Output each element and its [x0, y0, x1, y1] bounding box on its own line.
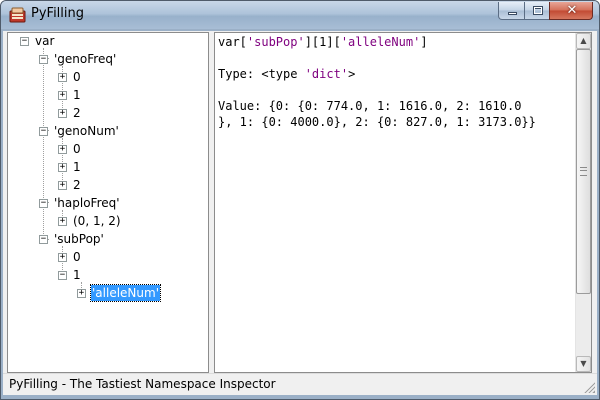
expand-icon[interactable]: + [58, 145, 67, 154]
tree-node-label[interactable]: 0 [72, 249, 82, 265]
path-string-literal: 'subPop' [246, 35, 305, 49]
scroll-down-arrow-icon[interactable]: ▼ [576, 356, 591, 372]
minimize-button[interactable] [498, 2, 525, 20]
detail-path-line: var['subPop'][1]['alleleNum'] [218, 34, 428, 50]
expand-icon[interactable]: + [58, 163, 67, 172]
tree-node-label-selected[interactable]: 'alleleNum' [90, 284, 161, 302]
collapse-icon[interactable]: − [39, 235, 48, 244]
expand-icon[interactable]: + [58, 73, 67, 82]
detail-value-line-2: }, 1: {0: 4000.0}, 2: {0: 827.0, 1: 3173… [218, 115, 536, 129]
type-string-literal: 'dict' [304, 67, 349, 81]
tree-node-label[interactable]: 0 [72, 141, 82, 157]
tree-connector [43, 48, 45, 240]
collapse-icon[interactable]: − [20, 37, 29, 46]
path-string-literal: 'alleleNum' [340, 35, 421, 49]
expand-icon[interactable]: + [58, 253, 67, 262]
expand-icon[interactable]: + [58, 217, 67, 226]
expand-icon[interactable]: + [58, 181, 67, 190]
detail-value-line-1: Value: {0: {0: 774.0, 1: 1616.0, 2: 1610… [218, 99, 522, 113]
scrollbar-grip-icon [580, 167, 587, 176]
path-text: var[ [218, 35, 247, 49]
tree-node-label[interactable]: 1 [72, 87, 82, 103]
tree-node-label[interactable]: 'genoNum' [53, 123, 120, 139]
window-title: PyFilling [31, 6, 85, 21]
detail-type-line: Type: <type 'dict'> [218, 66, 355, 82]
app-window: PyFilling ✕ − var − 'genoFreq' + 0 + 1 +… [0, 0, 600, 400]
tree-node-label[interactable]: 'subPop' [53, 231, 105, 247]
close-button[interactable]: ✕ [549, 2, 593, 20]
tree-node-label[interactable]: 'haploFreq' [53, 195, 121, 211]
scroll-up-arrow-icon[interactable]: ▲ [576, 33, 591, 49]
tree-node-label[interactable]: 0 [72, 69, 82, 85]
collapse-icon[interactable]: − [39, 55, 48, 64]
collapse-icon[interactable]: − [58, 271, 67, 280]
tree-node-label[interactable]: var [34, 33, 55, 49]
minimize-icon [508, 12, 517, 15]
tree-node-label[interactable]: 1 [72, 267, 82, 283]
pyfilling-app-icon [9, 7, 26, 23]
client-area: − var − 'genoFreq' + 0 + 1 + 2 − 'genoNu… [3, 31, 597, 395]
tree-node-label[interactable]: (0, 1, 2) [72, 213, 122, 229]
namespace-tree[interactable]: − var − 'genoFreq' + 0 + 1 + 2 − 'genoNu… [7, 32, 209, 373]
collapse-icon[interactable]: − [39, 199, 48, 208]
maximize-button[interactable] [524, 2, 550, 20]
status-text: PyFilling - The Tastiest Namespace Inspe… [9, 377, 276, 391]
title-bar[interactable]: PyFilling ✕ [1, 1, 599, 29]
path-text: ][1][ [304, 35, 341, 49]
tree-node-label[interactable]: 2 [72, 177, 82, 193]
close-icon: ✕ [566, 3, 578, 18]
maximize-icon [533, 6, 543, 15]
type-text: > [348, 67, 356, 81]
resize-grip-icon[interactable] [583, 381, 595, 393]
tree-node-label[interactable]: 1 [72, 159, 82, 175]
tree-node-label[interactable]: 2 [72, 105, 82, 121]
collapse-icon[interactable]: − [39, 127, 48, 136]
status-bar: PyFilling - The Tastiest Namespace Inspe… [3, 373, 597, 395]
tree-node-label[interactable]: 'genoFreq' [53, 51, 117, 67]
scrollbar-thumb[interactable] [576, 49, 591, 294]
type-text: Type: <type [218, 67, 305, 81]
detail-text-pane[interactable]: var['subPop'][1]['alleleNum'] Type: <typ… [214, 32, 592, 373]
expand-icon[interactable]: + [58, 91, 67, 100]
path-text: ] [420, 35, 428, 49]
vertical-scrollbar[interactable]: ▲ ▼ [575, 33, 591, 372]
expand-icon[interactable]: + [77, 289, 86, 298]
expand-icon[interactable]: + [58, 109, 67, 118]
